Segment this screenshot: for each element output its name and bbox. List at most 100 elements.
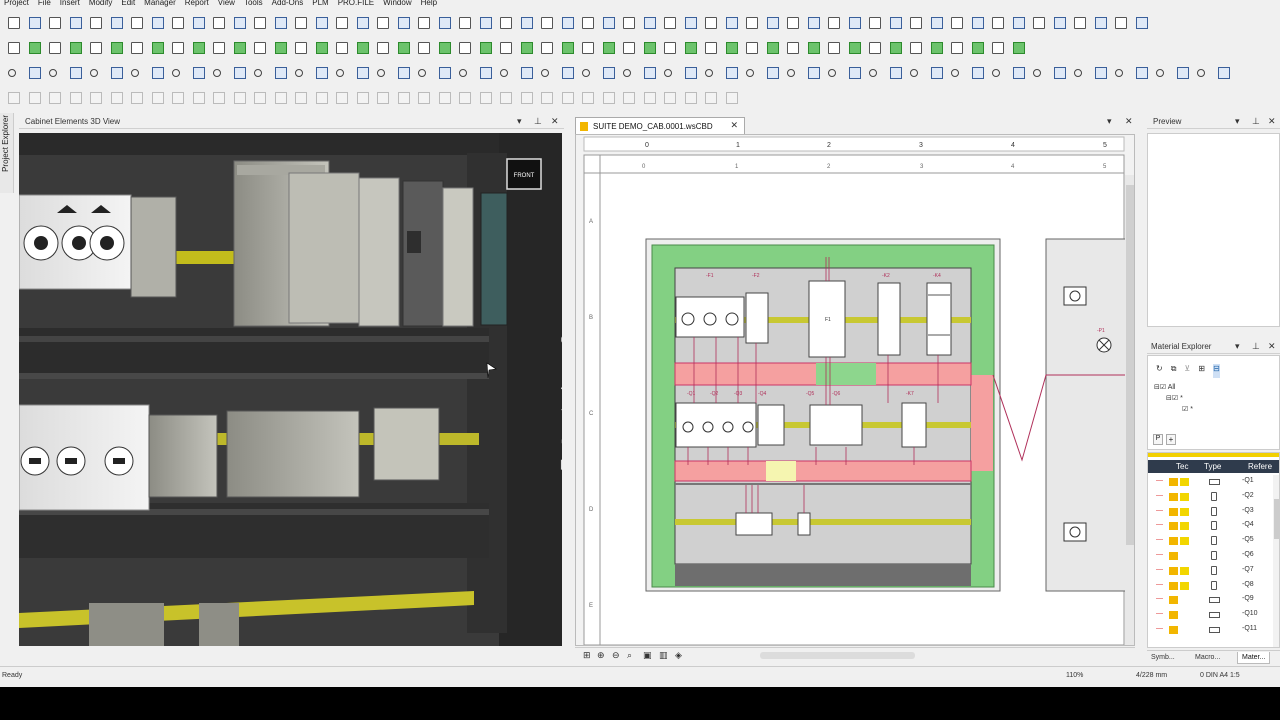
circle-icon[interactable] — [1074, 69, 1082, 77]
disabled-icon[interactable] — [623, 92, 635, 104]
green-icon[interactable] — [274, 42, 287, 54]
new-icon[interactable] — [336, 17, 348, 29]
new-icon[interactable] — [172, 17, 184, 29]
disabled-icon[interactable] — [500, 92, 512, 104]
layer-icon[interactable] — [766, 67, 779, 79]
disabled-icon[interactable] — [172, 92, 184, 104]
circle-icon[interactable] — [254, 69, 262, 77]
vertical-scrollbar[interactable] — [1273, 475, 1279, 647]
table-row[interactable]: — -Q1 — [1148, 475, 1273, 490]
disabled-icon[interactable] — [49, 92, 61, 104]
table-row[interactable]: — -Q9 — [1148, 593, 1273, 608]
circle-icon[interactable] — [8, 69, 16, 77]
layer-icon[interactable] — [356, 67, 369, 79]
circle-icon[interactable] — [787, 69, 795, 77]
circle-icon[interactable] — [213, 69, 221, 77]
tab-macros[interactable]: Macro... — [1195, 654, 1220, 661]
print-icon[interactable] — [418, 42, 430, 54]
window-icon[interactable] — [848, 17, 861, 29]
chevron-down-icon[interactable]: ▾ — [1107, 116, 1112, 127]
print-icon[interactable] — [869, 42, 881, 54]
circle-icon[interactable] — [90, 69, 98, 77]
layer-icon[interactable] — [1053, 67, 1066, 79]
print-icon[interactable] — [951, 42, 963, 54]
layer-icon[interactable] — [397, 67, 410, 79]
save-icon[interactable] — [151, 92, 164, 104]
table-row[interactable]: — -Q4 — [1148, 519, 1273, 534]
new-icon[interactable] — [623, 17, 635, 29]
print-icon[interactable] — [49, 42, 61, 54]
window-icon[interactable] — [602, 17, 615, 29]
new-icon[interactable] — [90, 17, 102, 29]
save-icon[interactable] — [397, 92, 410, 104]
tree-item-all[interactable]: ⊟☑ All — [1154, 383, 1175, 391]
disabled-icon[interactable] — [582, 92, 594, 104]
print-icon[interactable] — [90, 42, 102, 54]
save-icon[interactable] — [233, 92, 246, 104]
print-icon[interactable] — [500, 42, 512, 54]
zoom-out-icon[interactable]: ⊖ — [612, 650, 620, 661]
window-icon[interactable] — [561, 17, 574, 29]
green-icon[interactable] — [848, 42, 861, 54]
window-icon[interactable] — [151, 17, 164, 29]
save-icon[interactable] — [315, 92, 328, 104]
new-icon[interactable] — [582, 17, 594, 29]
circle-icon[interactable] — [541, 69, 549, 77]
print-icon[interactable] — [336, 42, 348, 54]
menu-plm[interactable]: PLM — [312, 0, 328, 8]
layer-icon[interactable] — [192, 67, 205, 79]
new-icon[interactable] — [705, 17, 717, 29]
menu-window[interactable]: Window — [383, 0, 411, 8]
circle-icon[interactable] — [418, 69, 426, 77]
green-icon[interactable] — [889, 42, 902, 54]
new-icon[interactable] — [664, 17, 676, 29]
zoom-page-icon[interactable]: ▥ — [659, 650, 668, 661]
layer-icon[interactable] — [151, 67, 164, 79]
circle-icon[interactable] — [295, 69, 303, 77]
window-icon[interactable] — [807, 17, 820, 29]
layer-icon[interactable] — [28, 67, 41, 79]
print-icon[interactable] — [828, 42, 840, 54]
col-reference[interactable]: Refere — [1248, 462, 1272, 471]
disabled-icon[interactable] — [213, 92, 225, 104]
disabled-icon[interactable] — [254, 92, 266, 104]
save-icon[interactable] — [602, 92, 615, 104]
close-icon[interactable]: ✕ — [1125, 116, 1133, 127]
green-icon[interactable] — [233, 42, 246, 54]
circle-icon[interactable] — [459, 69, 467, 77]
pin-icon[interactable]: ⊥ — [1252, 116, 1260, 127]
tree-view-icon[interactable]: ⊟ — [1212, 364, 1220, 378]
window-icon[interactable] — [643, 17, 656, 29]
pin-icon[interactable]: ⊥ — [1252, 341, 1260, 352]
layer-icon[interactable] — [110, 67, 123, 79]
print-icon[interactable] — [623, 42, 635, 54]
layer-icon[interactable] — [1176, 67, 1189, 79]
circle-icon[interactable] — [869, 69, 877, 77]
window-icon[interactable] — [1012, 17, 1025, 29]
tree-item-level1[interactable]: ⊟☑ * — [1166, 394, 1183, 402]
window-icon[interactable] — [192, 17, 205, 29]
pan-icon[interactable]: ✥ — [557, 380, 562, 398]
col-type[interactable]: Type — [1204, 462, 1221, 471]
print-icon[interactable] — [213, 42, 225, 54]
save-icon[interactable] — [643, 92, 656, 104]
disabled-icon[interactable] — [377, 92, 389, 104]
row-minus-icon[interactable]: — — [1156, 625, 1163, 632]
new-icon[interactable] — [49, 17, 61, 29]
print-icon[interactable] — [459, 42, 471, 54]
window-icon[interactable] — [315, 17, 328, 29]
disabled-icon[interactable] — [459, 92, 471, 104]
refresh-icon[interactable]: ↻ — [1156, 364, 1163, 378]
print-icon[interactable] — [131, 42, 143, 54]
window-icon[interactable] — [930, 17, 943, 29]
close-icon[interactable]: ✕ — [1268, 116, 1276, 127]
green-icon[interactable] — [438, 42, 451, 54]
circle-icon[interactable] — [1115, 69, 1123, 77]
circle-icon[interactable] — [705, 69, 713, 77]
menu-help[interactable]: Help — [421, 0, 437, 8]
disabled-icon[interactable] — [336, 92, 348, 104]
new-icon[interactable] — [1074, 17, 1086, 29]
green-icon[interactable] — [930, 42, 943, 54]
filter-p-button[interactable]: P — [1153, 434, 1163, 445]
new-icon[interactable] — [746, 17, 758, 29]
